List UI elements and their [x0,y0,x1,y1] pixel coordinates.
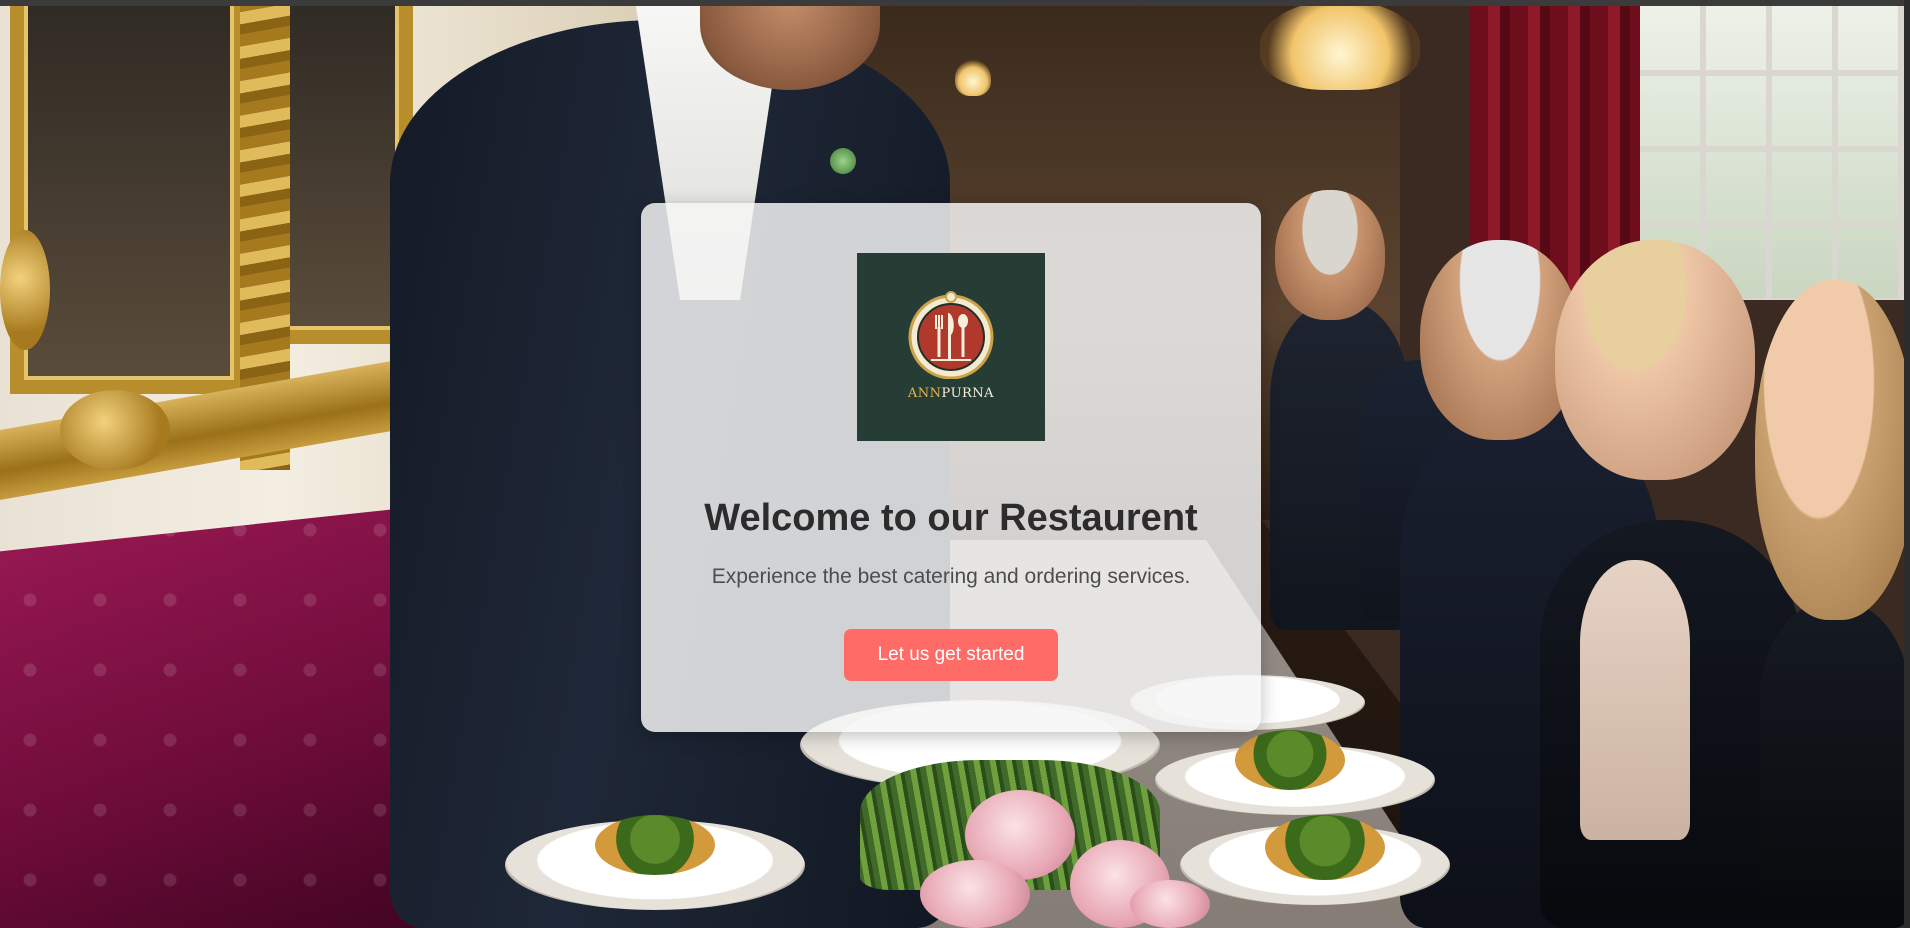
welcome-subtitle: Experience the best catering and orderin… [711,565,1191,588]
cutlery-plate-icon [908,291,994,379]
window-top-border [0,0,1910,6]
welcome-card: ANNPURNA Welcome to our Restaurent Exper… [641,203,1261,732]
background-guest [1755,280,1910,620]
background-mirror [10,0,248,394]
welcome-title: Welcome to our Restaurent [704,497,1198,539]
background-tart [1235,730,1345,790]
background-guest [1555,240,1755,480]
background-ornament [60,390,170,470]
landing-page: ANNPURNA Welcome to our Restaurent Exper… [0,0,1910,928]
background-ornament [0,230,50,350]
brand-wordmark-rest: PURNA [941,386,995,401]
background-guest [1580,560,1690,840]
background-guest [1275,190,1385,320]
brand-wordmark: ANNPURNA [857,386,1045,401]
background-chandelier [1260,0,1420,90]
background-tart [595,815,715,875]
scrollbar-track[interactable] [1904,0,1910,928]
get-started-button[interactable]: Let us get started [844,629,1058,681]
background-rose [1130,880,1210,928]
brand-logo: ANNPURNA [857,253,1045,441]
background-guest [1760,600,1910,928]
background-rose [920,860,1030,928]
background-chandelier [955,60,991,96]
background-boutonniere [830,148,856,174]
brand-wordmark-accent: ANN [907,386,942,401]
background-tart [1265,815,1385,880]
